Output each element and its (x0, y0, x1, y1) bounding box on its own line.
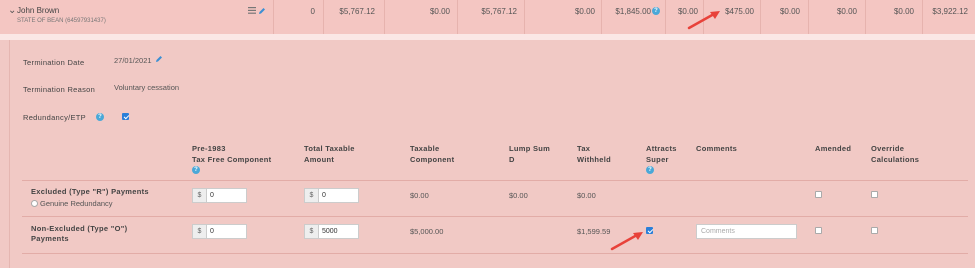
pre1983-input[interactable]: 0 (206, 188, 247, 203)
employee-name[interactable]: John Brown (17, 6, 59, 15)
column-divider (601, 0, 602, 34)
amount-cell: $0.00 (429, 7, 450, 16)
total-taxable-input[interactable]: 5000 (318, 224, 359, 239)
column-divider (524, 0, 525, 34)
pre1983-input[interactable]: 0 (206, 224, 247, 239)
genuine-redundancy-radio[interactable] (31, 200, 38, 207)
currency-prefix: $ (304, 224, 318, 239)
table-divider (22, 216, 968, 217)
termination-date-label: Termination Date (23, 58, 85, 67)
column-divider (922, 0, 923, 34)
override-checkbox[interactable] (871, 227, 878, 234)
amount-cell: $0.00 (836, 7, 857, 16)
taxable-component-value: $5,000.00 (410, 227, 444, 236)
redundancy-label: Redundancy/ETP (23, 113, 86, 122)
help-icon[interactable]: ? (192, 166, 200, 174)
attracts-super-checkbox[interactable] (646, 227, 653, 234)
currency-prefix: $ (304, 188, 318, 203)
currency-prefix: $ (192, 188, 206, 203)
taxable-component-value: $0.00 (410, 191, 429, 200)
column-divider (808, 0, 809, 34)
header-override: Override Calculations (871, 144, 920, 164)
column-divider (760, 0, 761, 34)
amount-cell: $0.00 (779, 7, 800, 16)
employee-subtitle: STATE OF BEAN (64597931437) (17, 18, 106, 24)
tax-withheld-value: $1,599.59 (577, 227, 611, 236)
currency-prefix: $ (192, 224, 206, 239)
header-taxable-component: Taxable Component (410, 144, 455, 164)
termination-date-value: 27/01/2021 (114, 56, 152, 65)
tax-withheld-value: $0.00 (577, 191, 596, 200)
genuine-redundancy-label: Genuine Redundancy (40, 199, 113, 208)
annotation-arrow-icon (610, 232, 643, 251)
amount-cell: $5,767.12 (339, 7, 375, 16)
column-divider (323, 0, 324, 34)
header-attracts-super: Attracts Super (646, 144, 677, 164)
pre1983-input-group[interactable]: $ 0 (192, 188, 247, 203)
row-label-non-excluded: Non-Excluded (Type "O") Payments (31, 224, 128, 243)
termination-details-panel: Termination Date 27/01/2021 Termination … (9, 40, 968, 268)
row-label-excluded: Excluded (Type "R") Payments (31, 187, 149, 196)
edit-pencil-icon[interactable] (155, 55, 163, 63)
total-taxable-input[interactable]: 0 (318, 188, 359, 203)
chevron-down-icon[interactable]: ⌄ (8, 5, 16, 16)
header-amended: Amended (815, 144, 852, 153)
annotation-arrow-icon (687, 11, 720, 30)
pre1983-input-group[interactable]: $ 0 (192, 224, 247, 239)
amended-checkbox[interactable] (815, 191, 822, 198)
help-icon[interactable]: ? (96, 113, 104, 121)
header-lump-sum-d: Lump Sum D (509, 144, 551, 164)
column-divider (273, 0, 274, 34)
total-taxable-input-group[interactable]: $ 5000 (304, 224, 359, 239)
header-tax-withheld: Tax Withheld (577, 144, 611, 164)
header-comments: Comments (696, 144, 738, 153)
comments-input[interactable]: Comments (696, 224, 797, 239)
amended-checkbox[interactable] (815, 227, 822, 234)
header-total-taxable: Total Taxable Amount (304, 144, 355, 164)
termination-reason-value: Voluntary cessation (114, 83, 180, 92)
lump-sum-d-value: $0.00 (509, 191, 528, 200)
termination-reason-label: Termination Reason (23, 85, 96, 94)
amount-cell: $0.00 (893, 7, 914, 16)
redundancy-checkbox[interactable] (122, 113, 129, 120)
column-divider (665, 0, 666, 34)
employee-summary-row[interactable]: ⌄ John Brown STATE OF BEAN (64597931437)… (0, 0, 975, 34)
column-divider (457, 0, 458, 34)
amount-cell: 0 (310, 7, 315, 16)
table-divider (22, 253, 968, 254)
amount-cell: $0.00 (574, 7, 595, 16)
override-checkbox[interactable] (871, 191, 878, 198)
total-taxable-input-group[interactable]: $ 0 (304, 188, 359, 203)
help-icon[interactable]: ? (646, 166, 654, 174)
amount-cell: $5,767.12 (481, 7, 517, 16)
column-divider (865, 0, 866, 34)
amount-cell: $3,922.12 (932, 7, 968, 16)
table-divider (22, 180, 968, 181)
column-divider (384, 0, 385, 34)
header-pre1983: Pre-1983 Tax Free Component (192, 144, 272, 164)
